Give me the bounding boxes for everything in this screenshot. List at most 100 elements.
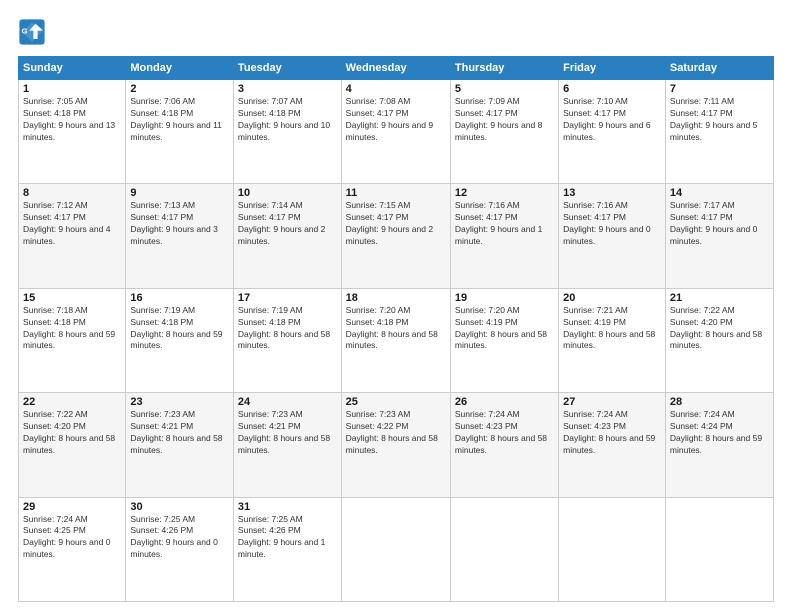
day-cell xyxy=(341,497,450,601)
day-info: Sunrise: 7:23 AM Sunset: 4:21 PM Dayligh… xyxy=(238,409,337,457)
col-header-thursday: Thursday xyxy=(450,57,558,80)
day-info: Sunrise: 7:18 AM Sunset: 4:18 PM Dayligh… xyxy=(23,305,121,353)
day-info: Sunrise: 7:24 AM Sunset: 4:23 PM Dayligh… xyxy=(455,409,554,457)
day-number: 22 xyxy=(23,396,121,408)
day-number: 12 xyxy=(455,187,554,199)
day-info: Sunrise: 7:13 AM Sunset: 4:17 PM Dayligh… xyxy=(130,200,229,248)
day-info: Sunrise: 7:11 AM Sunset: 4:17 PM Dayligh… xyxy=(670,96,769,144)
day-number: 28 xyxy=(670,396,769,408)
day-number: 24 xyxy=(238,396,337,408)
week-row-3: 15 Sunrise: 7:18 AM Sunset: 4:18 PM Dayl… xyxy=(19,288,774,392)
day-info: Sunrise: 7:07 AM Sunset: 4:18 PM Dayligh… xyxy=(238,96,337,144)
day-cell xyxy=(665,497,773,601)
day-number: 30 xyxy=(130,501,229,513)
day-number: 6 xyxy=(563,83,661,95)
col-header-wednesday: Wednesday xyxy=(341,57,450,80)
day-number: 31 xyxy=(238,501,337,513)
day-info: Sunrise: 7:24 AM Sunset: 4:23 PM Dayligh… xyxy=(563,409,661,457)
week-row-1: 1 Sunrise: 7:05 AM Sunset: 4:18 PM Dayli… xyxy=(19,80,774,184)
calendar-table: SundayMondayTuesdayWednesdayThursdayFrid… xyxy=(18,56,774,602)
col-header-tuesday: Tuesday xyxy=(233,57,341,80)
day-cell: 13 Sunrise: 7:16 AM Sunset: 4:17 PM Dayl… xyxy=(559,184,666,288)
day-info: Sunrise: 7:19 AM Sunset: 4:18 PM Dayligh… xyxy=(130,305,229,353)
col-header-saturday: Saturday xyxy=(665,57,773,80)
day-info: Sunrise: 7:20 AM Sunset: 4:19 PM Dayligh… xyxy=(455,305,554,353)
day-cell: 29 Sunrise: 7:24 AM Sunset: 4:25 PM Dayl… xyxy=(19,497,126,601)
day-cell: 20 Sunrise: 7:21 AM Sunset: 4:19 PM Dayl… xyxy=(559,288,666,392)
col-header-friday: Friday xyxy=(559,57,666,80)
day-number: 4 xyxy=(346,83,446,95)
week-row-2: 8 Sunrise: 7:12 AM Sunset: 4:17 PM Dayli… xyxy=(19,184,774,288)
day-info: Sunrise: 7:25 AM Sunset: 4:26 PM Dayligh… xyxy=(238,514,337,562)
day-info: Sunrise: 7:06 AM Sunset: 4:18 PM Dayligh… xyxy=(130,96,229,144)
day-info: Sunrise: 7:10 AM Sunset: 4:17 PM Dayligh… xyxy=(563,96,661,144)
day-cell: 31 Sunrise: 7:25 AM Sunset: 4:26 PM Dayl… xyxy=(233,497,341,601)
day-number: 21 xyxy=(670,292,769,304)
col-header-monday: Monday xyxy=(126,57,234,80)
day-cell: 5 Sunrise: 7:09 AM Sunset: 4:17 PM Dayli… xyxy=(450,80,558,184)
day-number: 9 xyxy=(130,187,229,199)
day-info: Sunrise: 7:23 AM Sunset: 4:21 PM Dayligh… xyxy=(130,409,229,457)
day-number: 17 xyxy=(238,292,337,304)
day-cell: 12 Sunrise: 7:16 AM Sunset: 4:17 PM Dayl… xyxy=(450,184,558,288)
day-info: Sunrise: 7:17 AM Sunset: 4:17 PM Dayligh… xyxy=(670,200,769,248)
week-row-4: 22 Sunrise: 7:22 AM Sunset: 4:20 PM Dayl… xyxy=(19,393,774,497)
day-cell: 9 Sunrise: 7:13 AM Sunset: 4:17 PM Dayli… xyxy=(126,184,234,288)
day-info: Sunrise: 7:16 AM Sunset: 4:17 PM Dayligh… xyxy=(455,200,554,248)
day-cell: 10 Sunrise: 7:14 AM Sunset: 4:17 PM Dayl… xyxy=(233,184,341,288)
day-number: 2 xyxy=(130,83,229,95)
day-info: Sunrise: 7:21 AM Sunset: 4:19 PM Dayligh… xyxy=(563,305,661,353)
logo: G xyxy=(18,18,50,46)
day-number: 29 xyxy=(23,501,121,513)
day-number: 25 xyxy=(346,396,446,408)
day-cell: 6 Sunrise: 7:10 AM Sunset: 4:17 PM Dayli… xyxy=(559,80,666,184)
day-cell xyxy=(450,497,558,601)
day-cell: 7 Sunrise: 7:11 AM Sunset: 4:17 PM Dayli… xyxy=(665,80,773,184)
day-cell: 11 Sunrise: 7:15 AM Sunset: 4:17 PM Dayl… xyxy=(341,184,450,288)
day-cell: 28 Sunrise: 7:24 AM Sunset: 4:24 PM Dayl… xyxy=(665,393,773,497)
day-number: 15 xyxy=(23,292,121,304)
day-number: 11 xyxy=(346,187,446,199)
day-info: Sunrise: 7:05 AM Sunset: 4:18 PM Dayligh… xyxy=(23,96,121,144)
day-number: 3 xyxy=(238,83,337,95)
day-info: Sunrise: 7:24 AM Sunset: 4:24 PM Dayligh… xyxy=(670,409,769,457)
day-info: Sunrise: 7:16 AM Sunset: 4:17 PM Dayligh… xyxy=(563,200,661,248)
day-cell: 24 Sunrise: 7:23 AM Sunset: 4:21 PM Dayl… xyxy=(233,393,341,497)
day-number: 7 xyxy=(670,83,769,95)
calendar-page: G SundayMondayTuesdayWednesdayThursdayFr… xyxy=(0,0,792,612)
week-row-5: 29 Sunrise: 7:24 AM Sunset: 4:25 PM Dayl… xyxy=(19,497,774,601)
day-cell: 8 Sunrise: 7:12 AM Sunset: 4:17 PM Dayli… xyxy=(19,184,126,288)
day-cell: 14 Sunrise: 7:17 AM Sunset: 4:17 PM Dayl… xyxy=(665,184,773,288)
day-cell: 15 Sunrise: 7:18 AM Sunset: 4:18 PM Dayl… xyxy=(19,288,126,392)
day-cell: 23 Sunrise: 7:23 AM Sunset: 4:21 PM Dayl… xyxy=(126,393,234,497)
svg-text:G: G xyxy=(22,26,28,35)
day-cell: 27 Sunrise: 7:24 AM Sunset: 4:23 PM Dayl… xyxy=(559,393,666,497)
day-info: Sunrise: 7:09 AM Sunset: 4:17 PM Dayligh… xyxy=(455,96,554,144)
day-cell: 19 Sunrise: 7:20 AM Sunset: 4:19 PM Dayl… xyxy=(450,288,558,392)
col-header-sunday: Sunday xyxy=(19,57,126,80)
day-cell: 18 Sunrise: 7:20 AM Sunset: 4:18 PM Dayl… xyxy=(341,288,450,392)
day-number: 26 xyxy=(455,396,554,408)
header: G xyxy=(18,18,774,46)
day-info: Sunrise: 7:14 AM Sunset: 4:17 PM Dayligh… xyxy=(238,200,337,248)
day-cell: 3 Sunrise: 7:07 AM Sunset: 4:18 PM Dayli… xyxy=(233,80,341,184)
day-cell: 25 Sunrise: 7:23 AM Sunset: 4:22 PM Dayl… xyxy=(341,393,450,497)
day-info: Sunrise: 7:23 AM Sunset: 4:22 PM Dayligh… xyxy=(346,409,446,457)
day-info: Sunrise: 7:20 AM Sunset: 4:18 PM Dayligh… xyxy=(346,305,446,353)
day-cell: 4 Sunrise: 7:08 AM Sunset: 4:17 PM Dayli… xyxy=(341,80,450,184)
day-number: 13 xyxy=(563,187,661,199)
logo-icon: G xyxy=(18,18,46,46)
day-number: 10 xyxy=(238,187,337,199)
day-info: Sunrise: 7:25 AM Sunset: 4:26 PM Dayligh… xyxy=(130,514,229,562)
header-row: SundayMondayTuesdayWednesdayThursdayFrid… xyxy=(19,57,774,80)
day-info: Sunrise: 7:22 AM Sunset: 4:20 PM Dayligh… xyxy=(670,305,769,353)
day-number: 1 xyxy=(23,83,121,95)
day-info: Sunrise: 7:12 AM Sunset: 4:17 PM Dayligh… xyxy=(23,200,121,248)
day-number: 8 xyxy=(23,187,121,199)
day-number: 18 xyxy=(346,292,446,304)
day-cell: 16 Sunrise: 7:19 AM Sunset: 4:18 PM Dayl… xyxy=(126,288,234,392)
day-cell: 1 Sunrise: 7:05 AM Sunset: 4:18 PM Dayli… xyxy=(19,80,126,184)
day-cell: 2 Sunrise: 7:06 AM Sunset: 4:18 PM Dayli… xyxy=(126,80,234,184)
day-cell xyxy=(559,497,666,601)
day-info: Sunrise: 7:24 AM Sunset: 4:25 PM Dayligh… xyxy=(23,514,121,562)
